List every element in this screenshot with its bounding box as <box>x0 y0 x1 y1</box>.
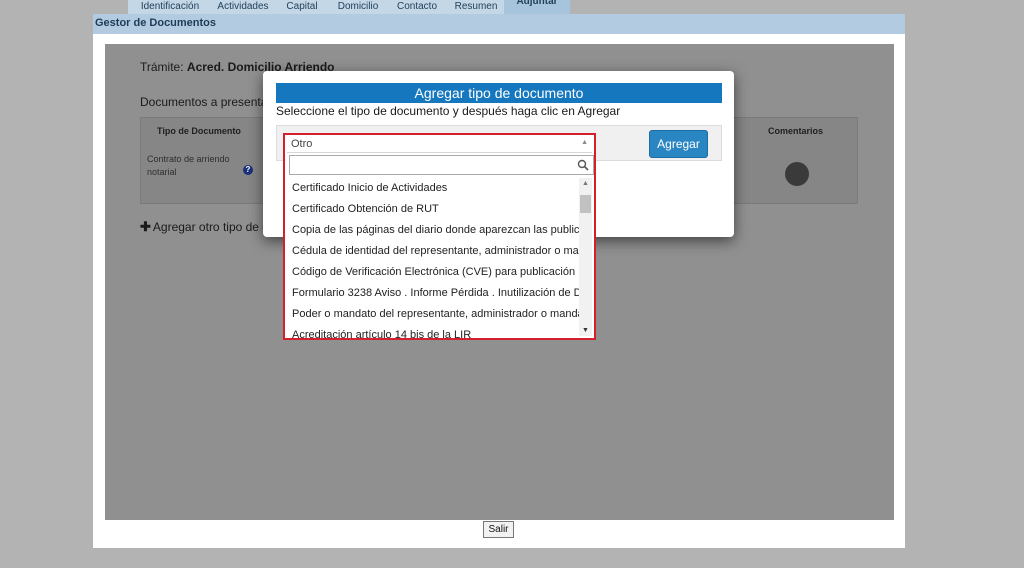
header-bar: Gestor de Documentos <box>93 14 905 34</box>
dropdown-option[interactable]: Código de Verificación Electrónica (CVE)… <box>287 262 580 283</box>
plus-icon: ✚ <box>140 219 151 234</box>
dropdown-option[interactable]: Cédula de identidad del representante, a… <box>287 241 580 262</box>
add-other-document-link[interactable]: ✚Agregar otro tipo de documento <box>140 219 264 235</box>
dropdown-option[interactable]: Copia de las páginas del diario donde ap… <box>287 220 580 241</box>
document-type-dropdown[interactable]: Otro ▲ Certificado Inicio de Actividades… <box>283 133 596 340</box>
table-row-document-type: Contrato de arriendo notarial <box>147 154 230 177</box>
search-icon <box>577 159 589 171</box>
question-circle-icon[interactable]: ? <box>243 165 253 175</box>
scrollbar-thumb[interactable] <box>580 195 591 213</box>
documents-heading: Documentos a presentar <box>140 95 264 109</box>
column-header-tipo: Tipo de Documento <box>157 126 241 136</box>
dropdown-search-box[interactable] <box>289 155 594 175</box>
page-title: Gestor de Documentos <box>95 17 217 29</box>
dropdown-option[interactable]: Acreditación artículo 14 bis de la LIR <box>287 325 580 338</box>
tab-resumen[interactable]: Resumen <box>448 0 504 14</box>
dropdown-search-input[interactable] <box>290 156 575 174</box>
modal-title-bar: Agregar tipo de documento <box>276 83 722 103</box>
modal-title: Agregar tipo de documento <box>414 85 584 101</box>
tab-identificacion[interactable]: Identificación <box>128 0 212 14</box>
tramite-label: Trámite: <box>140 60 184 74</box>
top-tab-strip: Identificación Actividades Capital Domic… <box>128 0 570 14</box>
agregar-button[interactable]: Agregar <box>649 130 708 158</box>
add-other-label: Agregar otro tipo de documento <box>152 220 264 234</box>
tab-adjuntar[interactable]: Adjuntar <box>504 0 570 14</box>
dropdown-scrollbar[interactable]: ▲ ▼ <box>579 178 592 336</box>
comment-status-button[interactable] <box>785 162 809 186</box>
caret-up-icon: ▲ <box>581 139 588 146</box>
modal-subtitle: Seleccione el tipo de documento y despué… <box>276 104 621 118</box>
dropdown-selected-text: Otro <box>291 138 313 150</box>
column-header-comentarios: Comentarios <box>768 126 824 136</box>
tab-domicilio[interactable]: Domicilio <box>330 0 386 14</box>
tab-actividades[interactable]: Actividades <box>212 0 274 14</box>
scroll-up-arrow-icon[interactable]: ▲ <box>579 179 592 189</box>
dropdown-option[interactable]: Certificado Obtención de RUT <box>287 199 580 220</box>
dropdown-options-list: Certificado Inicio de Actividades Certif… <box>287 178 580 338</box>
tab-contacto[interactable]: Contacto <box>386 0 448 14</box>
scroll-down-arrow-icon[interactable]: ▼ <box>579 326 592 336</box>
tab-capital[interactable]: Capital <box>274 0 330 14</box>
dropdown-selected-value[interactable]: Otro ▲ <box>287 135 592 153</box>
dropdown-option[interactable]: Certificado Inicio de Actividades <box>287 178 580 199</box>
dropdown-option[interactable]: Formulario 3238 Aviso . Informe Pérdida … <box>287 283 580 304</box>
exit-button[interactable]: Salir <box>483 521 514 538</box>
dropdown-option[interactable]: Poder o mandato del representante, admin… <box>287 304 580 325</box>
